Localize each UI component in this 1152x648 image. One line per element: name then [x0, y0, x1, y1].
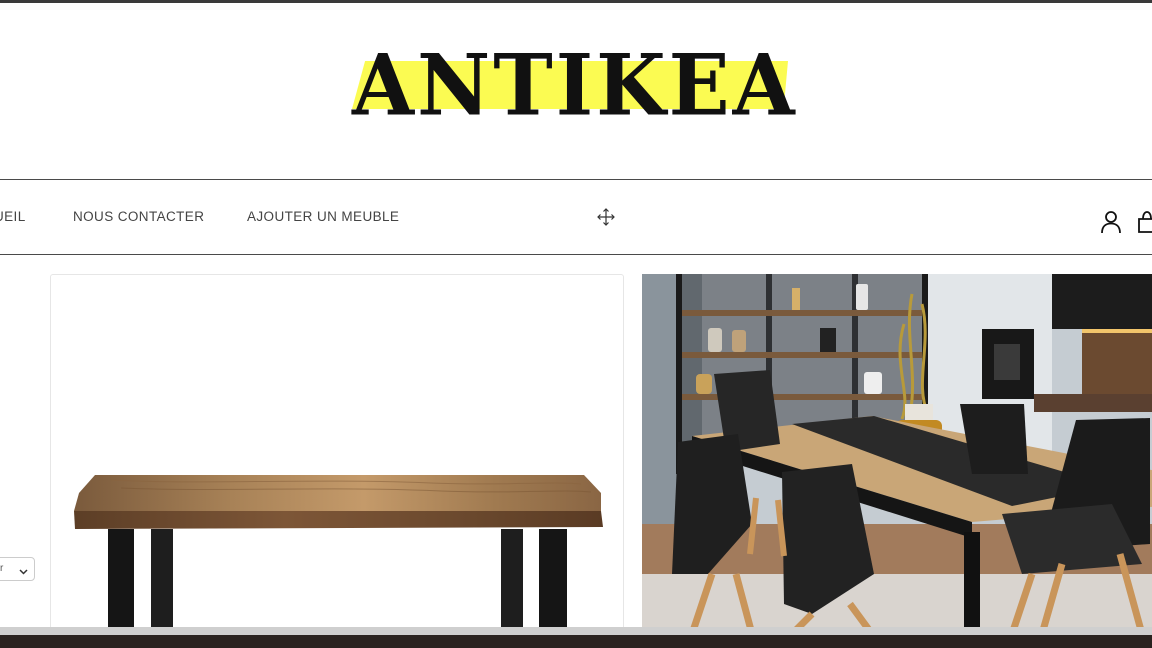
product-card-table[interactable]: [50, 274, 624, 634]
sort-select-label: r: [0, 563, 4, 574]
nav-link-add-furniture[interactable]: AJOUTER UN MEUBLE: [247, 209, 399, 224]
dining-room-photo[interactable]: [642, 274, 1152, 634]
user-icon[interactable]: [1100, 210, 1122, 234]
logo-text: ANTIKEA: [352, 35, 798, 135]
main-navigation: UEIL NOUS CONTACTER AJOUTER UN MEUBLE: [0, 179, 1152, 255]
chevron-down-icon: [18, 564, 29, 575]
dining-room-image: [642, 274, 1152, 634]
taskbar: [0, 627, 1152, 648]
site-logo[interactable]: ANTIKEA: [352, 31, 798, 139]
nav-link-accueil[interactable]: UEIL: [0, 209, 26, 224]
shopping-bag-icon[interactable]: [1136, 210, 1152, 234]
taskbar-top-edge: [0, 627, 1152, 635]
nav-link-contact[interactable]: NOUS CONTACTER: [73, 209, 204, 224]
move-cursor-icon: [596, 207, 616, 227]
site-header: ANTIKEA: [0, 3, 1152, 179]
wooden-table-image: [74, 475, 603, 633]
product-grid: r: [0, 256, 1152, 634]
sort-select[interactable]: r: [0, 557, 35, 581]
